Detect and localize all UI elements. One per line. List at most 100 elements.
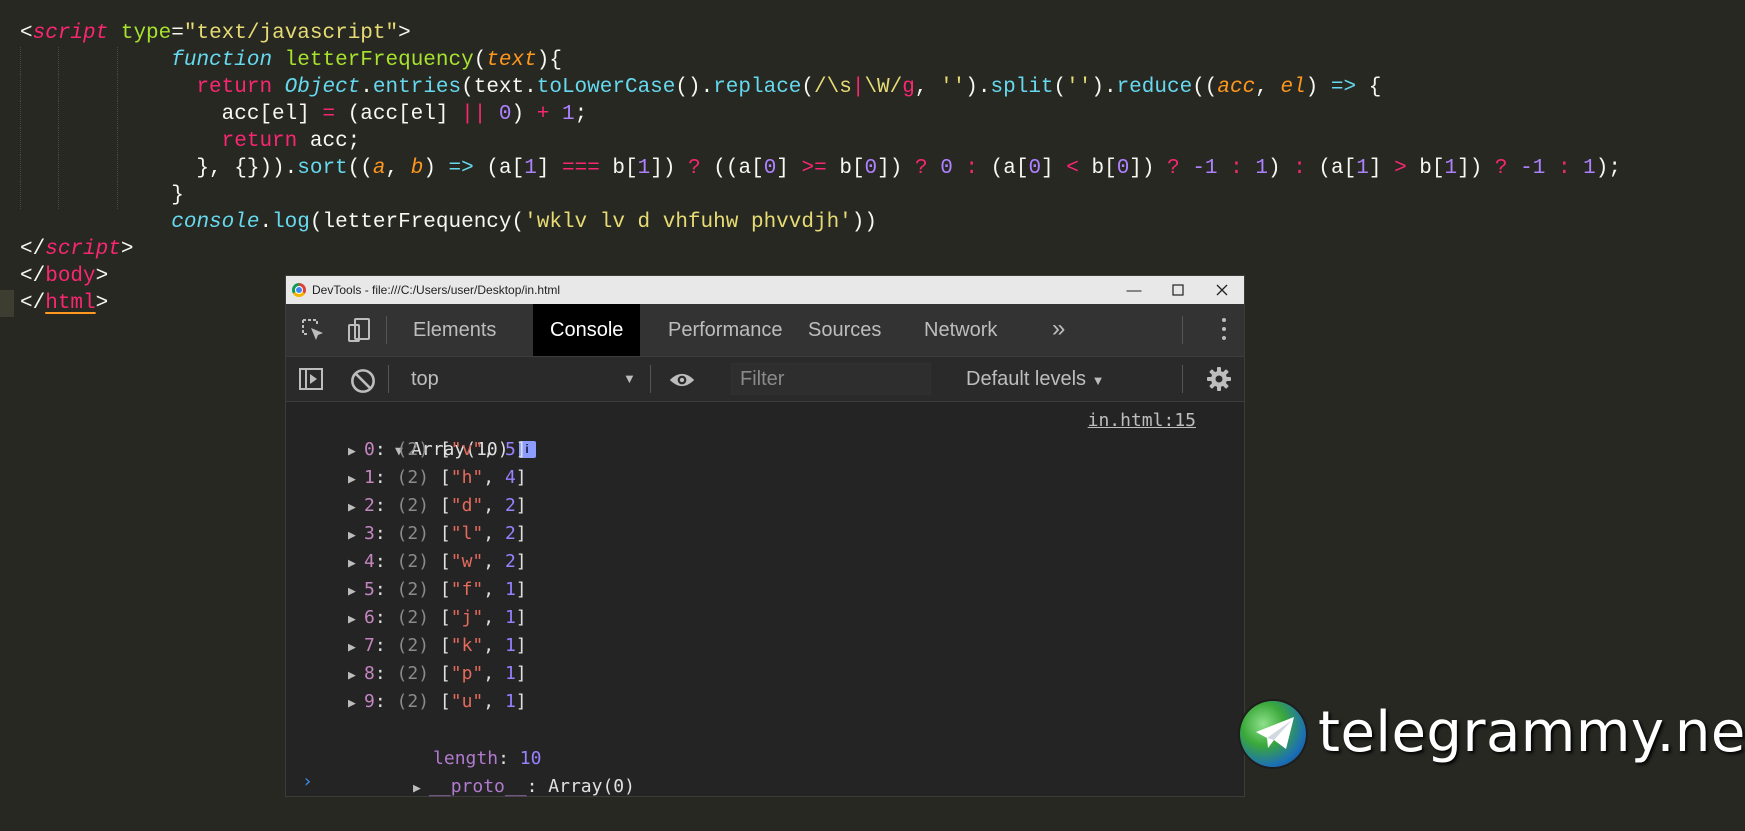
clear-console-icon[interactable] — [350, 368, 376, 394]
indent-guide — [20, 47, 21, 74]
chevron-down-icon[interactable]: ▼ — [623, 357, 636, 401]
colon: : — [374, 551, 397, 572]
code-line[interactable]: return acc; — [0, 128, 1745, 155]
toolbar-divider — [650, 365, 651, 393]
code-token: el — [1280, 76, 1306, 99]
code-line[interactable]: <script type="text/javascript"> — [0, 20, 1745, 47]
expand-triangle-icon[interactable]: ▶ — [348, 466, 364, 494]
tab-console[interactable]: Console — [533, 304, 641, 356]
tab-elements[interactable]: Elements — [396, 304, 513, 356]
more-tabs-icon[interactable]: » — [1052, 304, 1065, 356]
code-line[interactable]: function letterFrequency(text){ — [0, 47, 1745, 74]
item-letter: "h" — [450, 467, 484, 488]
indent-guide — [117, 128, 118, 155]
array-item[interactable]: ▶ 6: (2) ["j", 1] — [348, 604, 527, 632]
array-header[interactable]: ▼ Array(10) i — [330, 408, 536, 460]
array-item[interactable]: ▶ 0: (2) ["v", 5] — [348, 436, 527, 464]
code-line[interactable]: </script> — [0, 236, 1745, 263]
code-token: ; — [574, 103, 588, 126]
tab-performance[interactable]: Performance — [651, 304, 800, 356]
more-options-icon[interactable] — [1222, 318, 1226, 345]
expand-triangle-icon[interactable]: ▶ — [348, 606, 364, 634]
length-property: length: 10 — [368, 717, 541, 769]
item-letter: "u" — [450, 691, 484, 712]
code-token: 1 — [1444, 157, 1458, 180]
code-token: type — [120, 22, 172, 45]
code-token: acc; — [297, 130, 361, 153]
code-token: toLowerCase — [536, 76, 676, 99]
device-toolbar-icon[interactable] — [346, 317, 372, 343]
minimize-icon[interactable]: — — [1112, 276, 1156, 304]
comma: , — [483, 579, 505, 600]
expand-triangle-icon[interactable]: ▶ — [348, 634, 364, 662]
code-editor[interactable]: <script type="text/javascript"> function… — [0, 20, 1745, 317]
code-token: ? — [1167, 157, 1180, 180]
array-item[interactable]: ▶ 7: (2) ["k", 1] — [348, 632, 527, 660]
expand-triangle-icon[interactable]: ▶ — [413, 775, 429, 803]
item-index: 6 — [364, 607, 375, 628]
array-item[interactable]: ▶ 5: (2) ["f", 1] — [348, 576, 527, 604]
tab-network[interactable]: Network — [907, 304, 1014, 356]
proto-property[interactable]: ▶ __proto__: Array(0) — [348, 745, 635, 797]
item-index: 0 — [364, 439, 375, 460]
expand-triangle-icon[interactable]: ▶ — [348, 438, 364, 466]
code-line[interactable]: acc[el] = (acc[el] || 0) + 1; — [0, 101, 1745, 128]
array-item[interactable]: ▶ 3: (2) ["l", 2] — [348, 520, 527, 548]
array-item[interactable]: ▶ 2: (2) ["d", 2] — [348, 492, 527, 520]
code-token: < — [20, 22, 33, 45]
expand-triangle-icon[interactable]: ▶ — [348, 550, 364, 578]
code-token: function — [171, 49, 273, 72]
code-token: } — [20, 184, 184, 207]
code-token: (a[ — [1305, 157, 1357, 180]
watermark-text: telegrammy.net — [1318, 700, 1745, 765]
console-prompt[interactable]: › — [302, 771, 313, 792]
code-line[interactable]: }, {})).sort((a, b) => (a[1] === b[1]) ?… — [0, 155, 1745, 182]
devtools-titlebar[interactable]: DevTools - file:///C:/Users/user/Desktop… — [286, 276, 1244, 304]
gear-icon[interactable] — [1206, 366, 1232, 392]
code-token: 0 — [940, 157, 953, 180]
code-line[interactable]: console.log(letterFrequency('wklv lv d v… — [0, 209, 1745, 236]
source-link[interactable]: in.html:15 — [1088, 410, 1196, 431]
expand-triangle-icon[interactable]: ▶ — [348, 690, 364, 718]
expand-triangle-icon[interactable]: ▶ — [348, 494, 364, 522]
comma: , — [483, 439, 505, 460]
code-token: 0 — [1028, 157, 1042, 180]
filter-input[interactable] — [731, 363, 931, 395]
inspect-element-icon[interactable] — [300, 317, 326, 343]
comma: , — [483, 495, 505, 516]
context-selector[interactable]: top — [411, 357, 439, 401]
expand-triangle-icon[interactable]: ▶ — [348, 522, 364, 550]
expand-triangle-icon[interactable]: ▶ — [348, 578, 364, 606]
array-item[interactable]: ▶ 4: (2) ["w", 2] — [348, 548, 527, 576]
item-length: (2) — [396, 607, 430, 628]
show-sidebar-icon[interactable] — [298, 366, 324, 392]
maximize-icon[interactable] — [1156, 276, 1200, 304]
eye-icon[interactable] — [669, 367, 695, 393]
item-index: 1 — [364, 467, 375, 488]
code-token: 0 — [864, 157, 878, 180]
log-levels-dropdown[interactable]: Default levels ▼ — [966, 357, 1105, 403]
tab-sources[interactable]: Sources — [791, 304, 898, 356]
code-line[interactable]: return Object.entries(text.toLowerCase()… — [0, 74, 1745, 101]
colon: : — [374, 467, 397, 488]
window-title: DevTools - file:///C:/Users/user/Desktop… — [312, 283, 561, 297]
code-token: 'wklv lv d vhfuhw phvvdjh' — [524, 211, 852, 234]
expand-triangle-icon[interactable]: ▶ — [348, 662, 364, 690]
code-token: ? — [1494, 157, 1508, 180]
indent-guide — [58, 101, 59, 128]
code-token: 1 — [637, 157, 651, 180]
array-item[interactable]: ▶ 8: (2) ["p", 1] — [348, 660, 527, 688]
item-count: 2 — [504, 495, 516, 516]
close-icon[interactable] — [1200, 276, 1244, 304]
code-token: ) — [511, 103, 537, 126]
code-token: ]) — [650, 157, 689, 180]
colon: : — [374, 439, 397, 460]
code-token: : — [1293, 157, 1306, 180]
code-line[interactable]: } — [0, 182, 1745, 209]
devtools-window: DevTools - file:///C:/Users/user/Desktop… — [285, 275, 1245, 797]
code-token: ? — [688, 157, 701, 180]
array-item[interactable]: ▶ 1: (2) ["h", 4] — [348, 464, 527, 492]
array-item[interactable]: ▶ 9: (2) ["u", 1] — [348, 688, 527, 716]
